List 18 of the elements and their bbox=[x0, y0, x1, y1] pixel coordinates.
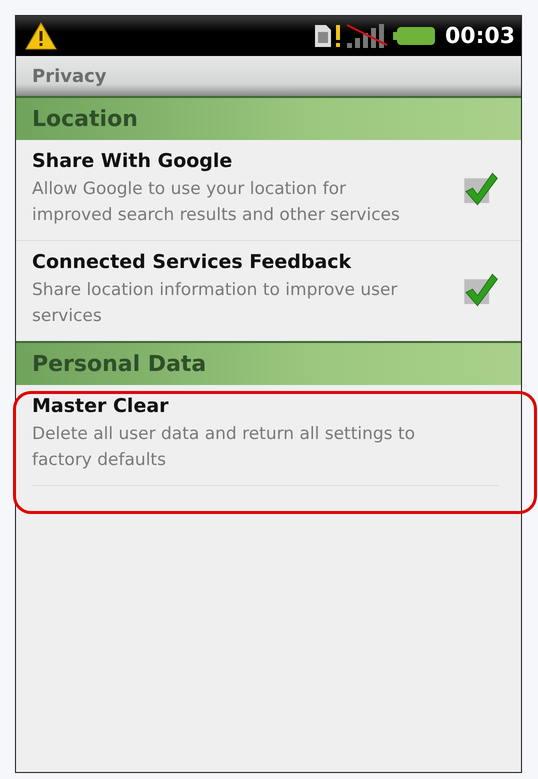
alert-icon bbox=[334, 25, 341, 47]
item-title: Master Clear bbox=[32, 395, 170, 417]
sim-card-icon bbox=[314, 25, 331, 47]
section-title: Location bbox=[32, 106, 138, 132]
item-title: Connected Services Feedback bbox=[32, 251, 352, 273]
no-signal-icon bbox=[344, 23, 389, 49]
warning-icon bbox=[24, 21, 58, 51]
battery-icon bbox=[392, 26, 435, 46]
item-summary: Delete all user data and return all settings to factory defaults bbox=[32, 423, 416, 472]
screen-title: Privacy bbox=[32, 66, 107, 86]
clock-time: 00:03 bbox=[444, 24, 515, 48]
item-title: Share With Google bbox=[32, 150, 234, 172]
settings-item[interactable]: Connected Services Feedback Share location information to improve user services bbox=[16, 241, 521, 341]
settings-item[interactable]: Master Clear Delete all user data and return all settings to factory defaults bbox=[16, 385, 521, 485]
section-title: Personal Data bbox=[32, 352, 206, 376]
settings-item[interactable]: Share With Google Allow Google to use your location for improved search results and other services bbox=[16, 140, 521, 241]
item-summary: Share location information to improve user services bbox=[32, 279, 398, 328]
item-summary: Allow Google to use your location for improved search results and other services bbox=[32, 178, 401, 227]
